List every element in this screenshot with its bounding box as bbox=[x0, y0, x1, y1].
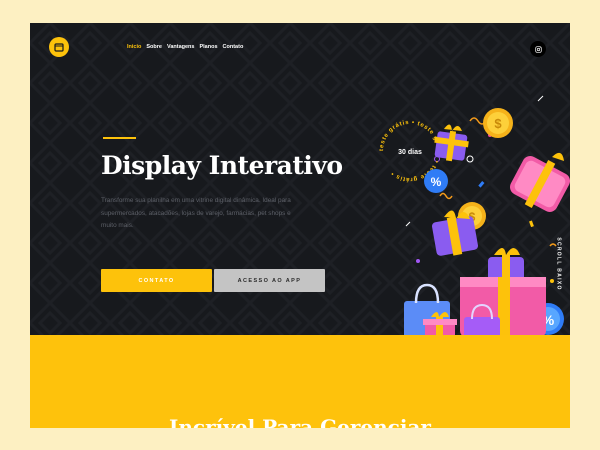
gift-box-small-icon bbox=[434, 124, 469, 162]
nav-item-vantagens[interactable]: Vantagens bbox=[167, 44, 195, 50]
logo-calendar-icon[interactable] bbox=[49, 37, 69, 57]
svg-text:$: $ bbox=[494, 116, 502, 131]
nav-item-sobre[interactable]: Sobre bbox=[146, 44, 162, 50]
badge-days-text: 30 dias bbox=[398, 149, 422, 156]
gift-box-lid-icon bbox=[510, 152, 570, 212]
features-section-title: Incrível Para Gerenciar bbox=[169, 415, 431, 428]
discount-percent-icon: % bbox=[424, 169, 448, 193]
coin-icon: $ bbox=[483, 108, 513, 138]
hero-section: Inicio Sobre Vantagens Planos Contato Di… bbox=[30, 23, 570, 335]
main-nav: Inicio Sobre Vantagens Planos Contato bbox=[127, 44, 243, 50]
contact-button[interactable]: CONTATO bbox=[101, 269, 212, 292]
hero-description: Transforme sua planilha em uma vitrine d… bbox=[101, 197, 291, 229]
title-accent-line bbox=[103, 137, 136, 139]
nav-item-contato[interactable]: Contato bbox=[223, 44, 244, 50]
nav-item-inicio[interactable]: Inicio bbox=[127, 44, 141, 50]
features-section: Incrível Para Gerenciar bbox=[30, 335, 570, 428]
gift-shopping-illustration: teste grátis • teste grátis • teste grát… bbox=[379, 95, 570, 335]
gift-box-medium-icon bbox=[432, 210, 478, 256]
page-frame: Inicio Sobre Vantagens Planos Contato Di… bbox=[30, 23, 570, 428]
instagram-icon[interactable] bbox=[530, 41, 546, 57]
svg-text:%: % bbox=[431, 175, 442, 189]
nav-item-planos[interactable]: Planos bbox=[199, 44, 217, 50]
hero-title: Display Interativo bbox=[101, 151, 343, 180]
app-access-button[interactable]: ACESSO AO APP bbox=[214, 269, 325, 292]
